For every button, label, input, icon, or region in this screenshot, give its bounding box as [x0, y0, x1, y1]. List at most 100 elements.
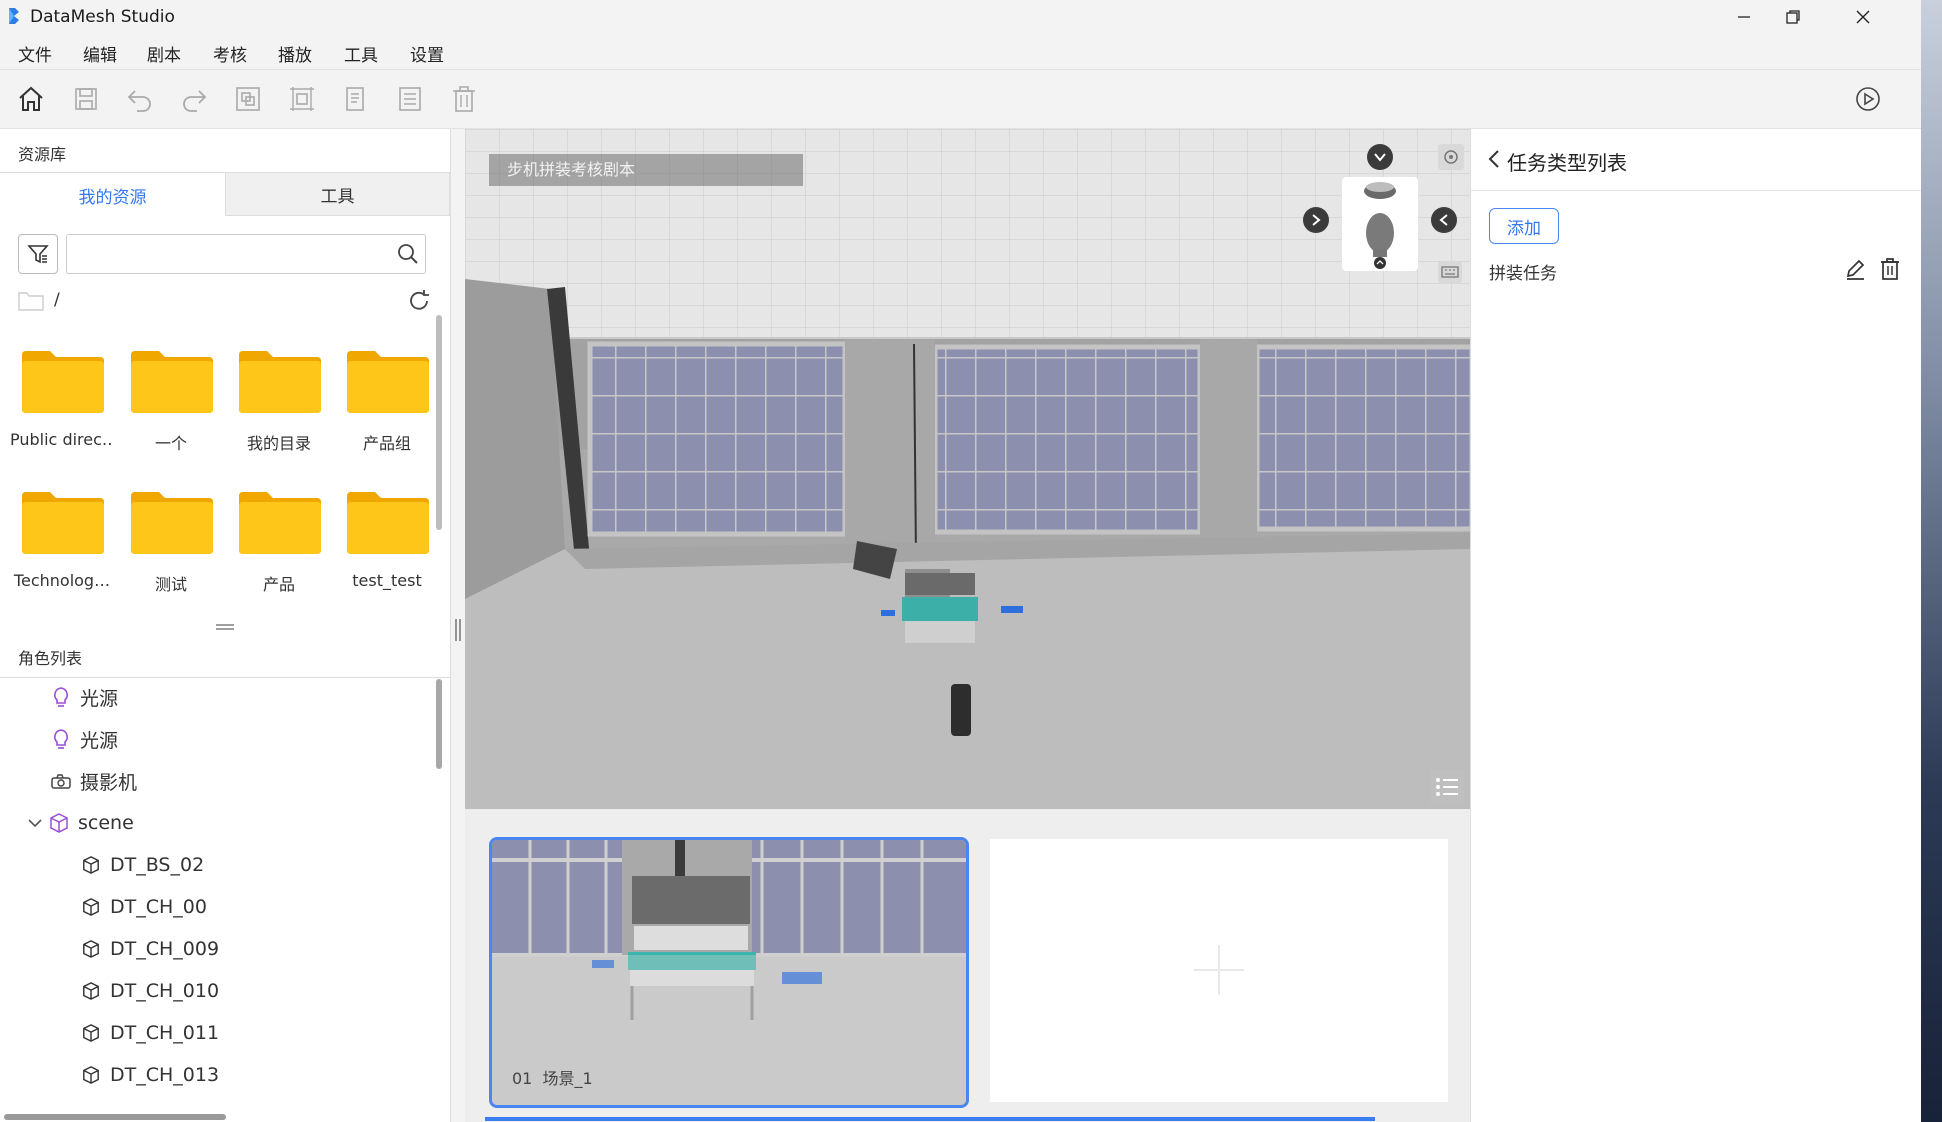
search-field [66, 234, 426, 274]
search-input[interactable] [73, 235, 377, 271]
tree-item-label: scene [78, 812, 134, 834]
scene-viewport[interactable]: 步机拼装考核剧本 [465, 129, 1470, 809]
folder-item[interactable]: 测试 [119, 488, 223, 618]
delete-button[interactable] [447, 82, 481, 116]
menu-settings[interactable]: 设置 [410, 41, 444, 66]
tree-item-scene[interactable]: scene [28, 806, 134, 840]
menu-play[interactable]: 播放 [278, 41, 312, 66]
tree-item-model[interactable]: DT_CH_013 [80, 1058, 219, 1092]
home-button[interactable] [14, 82, 48, 116]
roles-horizontal-scrollbar[interactable] [4, 1114, 226, 1120]
minimize-icon [1738, 15, 1750, 18]
tree-item-label: DT_CH_010 [110, 980, 220, 1002]
folder-item[interactable]: 产品组 [335, 347, 439, 477]
redo-button[interactable] [177, 82, 211, 116]
view-right-button[interactable] [1431, 207, 1457, 233]
tree-item-label: 光源 [80, 687, 119, 710]
left-panel: 资源库 我的资源 工具 / Public direc… 一个 我的目录 产品组 … [0, 129, 451, 1122]
add-task-button[interactable]: 添加 [1489, 208, 1559, 244]
folder-item[interactable]: test_test [335, 488, 439, 618]
refresh-icon[interactable] [406, 288, 432, 314]
target-icon [1444, 150, 1458, 164]
title-bar: DataMesh Studio [0, 0, 1921, 33]
align-button[interactable] [285, 82, 319, 116]
timeline-progress[interactable] [485, 1117, 1375, 1121]
folder-icon [22, 492, 104, 554]
tab-my-resources[interactable]: 我的资源 [0, 172, 225, 217]
tree-item-model[interactable]: DT_CH_00 [80, 890, 207, 924]
view-up-button[interactable] [1367, 144, 1393, 170]
save-button[interactable] [69, 82, 103, 116]
tree-item-camera[interactable]: 摄影机 [50, 764, 137, 798]
keyboard-button[interactable] [1438, 261, 1462, 283]
add-scene-card[interactable] [990, 839, 1448, 1102]
back-icon[interactable] [1487, 149, 1501, 169]
task-row[interactable]: 拼装任务 [1489, 253, 1909, 287]
panel-splitter[interactable] [0, 621, 450, 633]
model-icon [80, 896, 102, 918]
close-button[interactable] [1830, 0, 1896, 33]
copy-button[interactable] [339, 82, 373, 116]
redo-icon [183, 90, 207, 112]
menu-edit[interactable]: 编辑 [83, 41, 117, 66]
tree-item-model[interactable]: DT_BS_02 [80, 848, 204, 882]
filter-button[interactable] [18, 234, 58, 274]
view-left-button[interactable] [1303, 207, 1329, 233]
view-orientation-widget[interactable] [1342, 177, 1418, 271]
restore-icon [1786, 9, 1800, 24]
menu-file[interactable]: 文件 [18, 41, 52, 66]
resource-tabs: 我的资源 工具 [0, 172, 450, 217]
search-icon[interactable] [397, 243, 419, 265]
vertical-splitter[interactable] [451, 129, 465, 1122]
path-row: / [18, 286, 430, 318]
folder-item[interactable]: 产品 [227, 488, 331, 618]
undo-button[interactable] [123, 82, 157, 116]
folder-icon [131, 351, 213, 413]
menu-assessment[interactable]: 考核 [213, 41, 247, 66]
menu-script[interactable]: 剧本 [147, 41, 181, 66]
folder-icon [239, 492, 321, 554]
menu-tools[interactable]: 工具 [344, 41, 378, 66]
play-button[interactable] [1851, 82, 1885, 116]
tree-item-label: DT_CH_013 [110, 1064, 220, 1086]
play-icon [1856, 87, 1880, 111]
folder-name: Technolog… [13, 571, 111, 590]
tree-item-model[interactable]: DT_CH_009 [80, 932, 219, 966]
chevron-down-icon[interactable] [28, 818, 44, 828]
folder-icon [239, 351, 321, 413]
tree-item-model[interactable]: DT_CH_011 [80, 1016, 219, 1050]
undo-icon [127, 90, 151, 112]
save-icon [75, 88, 97, 110]
list-button[interactable] [393, 82, 427, 116]
tree-item-label: DT_CH_011 [110, 1022, 220, 1044]
resources-title: 资源库 [18, 145, 67, 164]
tree-item-model[interactable]: DT_CH_010 [80, 974, 219, 1008]
group-button[interactable] [231, 82, 265, 116]
folder-item[interactable]: 我的目录 [227, 347, 331, 477]
resources-scrollbar[interactable] [436, 315, 442, 530]
tree-item-light[interactable]: 光源 [50, 680, 118, 714]
list-icon [399, 87, 421, 111]
folder-up-icon[interactable] [18, 290, 44, 312]
scene-card[interactable]: 01 场景_1 [489, 837, 969, 1108]
view-reset-button[interactable] [1438, 144, 1464, 170]
delete-icon[interactable] [1879, 257, 1901, 281]
folder-item[interactable]: Technolog… [10, 488, 114, 618]
bulb-icon [50, 728, 72, 750]
camera-icon [50, 770, 72, 792]
edit-icon[interactable] [1844, 258, 1866, 280]
scene-list-button[interactable] [1430, 770, 1464, 804]
folder-item[interactable]: 一个 [119, 347, 223, 477]
restore-button[interactable] [1760, 0, 1826, 33]
roles-scrollbar[interactable] [436, 679, 442, 769]
filter-icon [27, 245, 49, 264]
tree-item-light[interactable]: 光源 [50, 722, 118, 756]
app-title: DataMesh Studio [30, 7, 175, 27]
copy-icon [346, 87, 364, 111]
scene-timeline: 01 场景_1 [465, 809, 1470, 1122]
roles-title: 角色列表 [18, 649, 83, 668]
tab-tools[interactable]: 工具 [225, 172, 450, 216]
folder-item[interactable]: Public direc… [10, 347, 114, 477]
chevron-left-icon [1439, 214, 1448, 226]
model-icon [80, 938, 102, 960]
